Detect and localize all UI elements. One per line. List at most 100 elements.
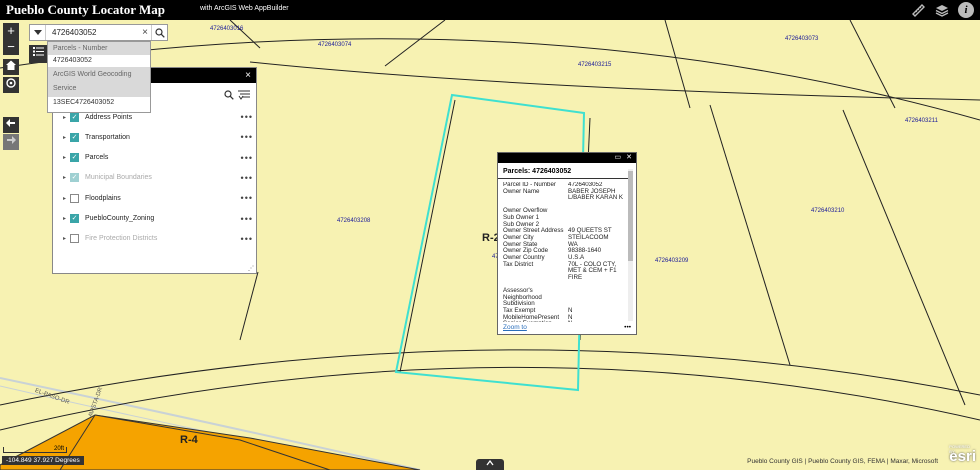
attribute-value: N — [568, 313, 573, 321]
more-options-icon[interactable]: ••• — [241, 153, 253, 163]
layer-row[interactable]: ▸ ✓ Parcels ••• — [63, 152, 253, 164]
parcel-label: 4726403211 — [905, 118, 938, 124]
layer-label: Municipal Boundaries — [85, 174, 152, 182]
locate-icon — [6, 78, 16, 88]
expand-arrow-icon[interactable]: ▸ — [63, 114, 70, 121]
attribute-value: 70L - COLO CTY, MET & CEM + F1 FIRE — [568, 260, 617, 282]
attribute-value: BABER JOSEPH L/BABER KARAN K — [568, 187, 624, 202]
layer-list-button[interactable] — [29, 45, 47, 63]
layer-label: Address Points — [85, 113, 133, 121]
search-button[interactable] — [151, 25, 167, 40]
layers-stack-icon[interactable] — [934, 2, 950, 18]
attribute-key: Tax District — [503, 260, 534, 268]
more-options-icon[interactable]: ••• — [241, 112, 253, 122]
arrow-left-icon — [6, 119, 15, 127]
panel-expand-button[interactable] — [476, 459, 504, 470]
layer-label: Transportation — [85, 133, 130, 141]
layer-row[interactable]: ▸ ✓ Transportation ••• — [63, 131, 253, 143]
search-icon — [154, 27, 165, 38]
attribute-key: Owner Name — [503, 187, 540, 195]
layer-label: PuebloCounty_Zoning — [85, 215, 155, 222]
zoom-in-button[interactable]: + — [3, 23, 19, 39]
parcel-label: 4726403209 — [655, 258, 689, 264]
expand-arrow-icon[interactable]: ▸ — [63, 235, 70, 242]
attribute-row: Tax District 70L - COLO CTY, MET & CEM + … — [503, 260, 627, 282]
attribute-row: Senior ExemptionN — [503, 321, 627, 322]
attribute-row: Owner Name BABER JOSEPH L/BABER KARAN K — [503, 187, 627, 202]
attribute-row: Assessor's Neighborhood — [503, 287, 627, 301]
suggestion-group-header: ArcGIS World Geocoding Service — [48, 67, 150, 97]
layer-checkbox[interactable]: ✓ — [70, 153, 79, 163]
more-options-icon[interactable]: ••• — [241, 234, 253, 244]
parcel-label: 4726403210 — [811, 208, 845, 214]
suggestion-item[interactable]: 4726403052 — [48, 55, 150, 67]
app-title: Pueblo County Locator Map — [6, 2, 166, 17]
scrollbar-thumb[interactable] — [628, 171, 633, 261]
search-input[interactable]: 4726403052 — [46, 28, 139, 37]
clear-search-icon[interactable]: × — [139, 27, 151, 38]
parcel-label: 4726403215 — [578, 62, 612, 68]
layer-checkbox[interactable]: ✓ — [70, 214, 79, 223]
more-options-icon[interactable]: ••• — [624, 324, 631, 331]
zoom-out-button[interactable]: − — [3, 39, 19, 55]
next-extent-button[interactable] — [3, 134, 19, 150]
more-options-icon[interactable]: ••• — [241, 173, 253, 183]
suggestion-group-header: Parcels - Number — [48, 42, 150, 55]
map-attribution: Pueblo County GIS | Pueblo County GIS, F… — [747, 458, 938, 465]
zoom-to-link[interactable]: Zoom to — [503, 324, 527, 331]
layer-label: Parcels — [85, 154, 109, 162]
popup-scrollbar[interactable] — [628, 169, 633, 321]
popup-attributes: Parcel ID - Number 4726403052 Owner Name BA… — [503, 182, 627, 322]
layer-row[interactable]: ▸ Fire Protection Districts ••• — [63, 233, 253, 245]
home-button[interactable] — [3, 59, 19, 75]
layer-checkbox[interactable] — [70, 234, 79, 244]
attribute-value: N — [568, 306, 573, 314]
suggestion-item[interactable]: 13SEC4726403052 — [48, 97, 150, 109]
parcel-label: 4726403074 — [318, 42, 352, 48]
locate-button[interactable] — [3, 77, 19, 93]
info-icon[interactable]: i — [958, 2, 974, 18]
expand-arrow-icon[interactable]: ▸ — [63, 154, 70, 161]
attribute-value: N — [568, 321, 627, 322]
layer-checkbox[interactable]: ✓ — [70, 112, 79, 122]
parcel-label: 4726403208 — [337, 218, 371, 224]
layer-checkbox[interactable]: ✓ — [70, 173, 79, 183]
more-options-icon[interactable]: ••• — [241, 214, 253, 224]
chevron-up-icon — [486, 459, 494, 466]
scale-label: 20ft — [54, 446, 65, 452]
search-box[interactable]: 4726403052 × — [29, 24, 168, 41]
home-icon — [6, 60, 16, 70]
measure-icon[interactable] — [910, 2, 926, 18]
expand-arrow-icon[interactable]: ▸ — [63, 195, 70, 202]
attribute-value — [568, 208, 627, 215]
filter-options-icon[interactable] — [238, 90, 250, 100]
close-icon[interactable]: ✕ — [626, 153, 632, 163]
expand-arrow-icon[interactable]: ▸ — [63, 215, 70, 222]
more-options-icon[interactable]: ••• — [241, 132, 253, 142]
list-icon — [32, 47, 44, 56]
maximize-icon[interactable]: ▭ — [615, 153, 622, 163]
coordinate-readout: -104.849 37.927 Degrees — [2, 456, 84, 465]
search-source-dropdown[interactable] — [30, 25, 46, 40]
attribute-key: Senior Exemption — [503, 321, 568, 322]
attribute-value — [568, 215, 627, 222]
more-options-icon[interactable]: ••• — [241, 193, 253, 203]
layer-checkbox[interactable]: ✓ — [70, 132, 79, 142]
layer-checkbox[interactable] — [70, 193, 79, 203]
arrow-right-icon — [7, 136, 16, 144]
app-subtitle: with ArcGIS Web AppBuilder — [200, 5, 289, 12]
close-icon[interactable]: × — [245, 70, 251, 81]
layer-row[interactable]: ▸ ✓ PuebloCounty_Zoning ••• — [63, 213, 253, 225]
expand-arrow-icon[interactable]: ▸ — [63, 134, 70, 141]
zone-label: R-4 — [180, 434, 198, 446]
parcel-label: 4726403073 — [785, 36, 819, 42]
previous-extent-button[interactable] — [3, 117, 19, 133]
resize-handle-icon[interactable]: ⋰ — [248, 265, 254, 272]
layer-row[interactable]: ▸ ✓ Municipal Boundaries ••• — [63, 172, 253, 184]
esri-logo: POWERED BY esri — [949, 444, 976, 465]
layer-label: Fire Protection Districts — [85, 235, 158, 243]
search-icon[interactable] — [224, 90, 234, 100]
expand-arrow-icon[interactable]: ▸ — [63, 174, 70, 181]
layer-row[interactable]: ▸ Floodplains ••• — [63, 192, 253, 204]
parcel-label: 4726403016 — [210, 26, 244, 32]
